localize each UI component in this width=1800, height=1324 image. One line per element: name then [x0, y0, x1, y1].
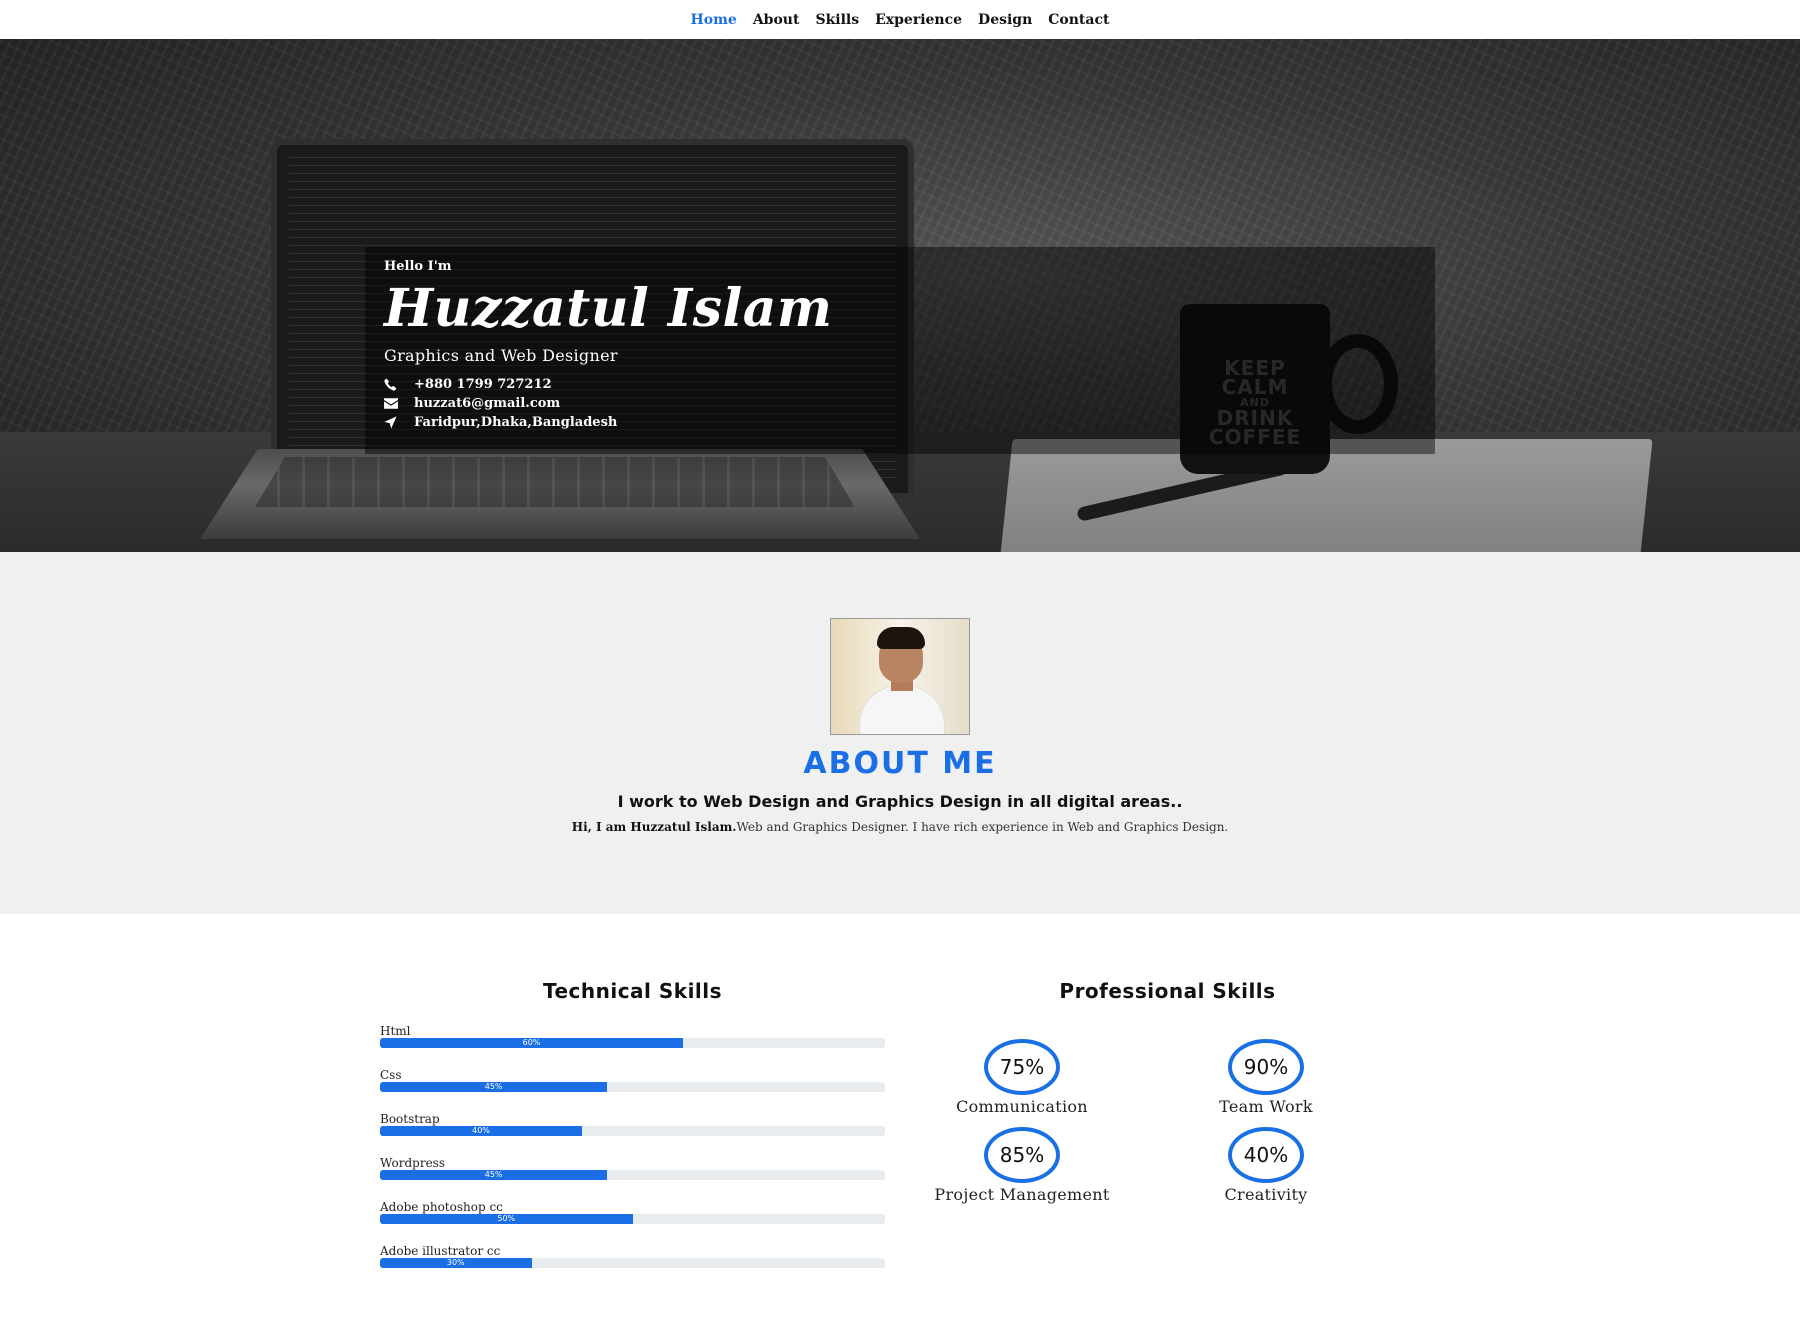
about-desc-rest: Web and Graphics Designer. I have rich e… [736, 820, 1229, 834]
progress-track: 50% [380, 1214, 885, 1224]
skill-circle-label: Communication [956, 1097, 1088, 1116]
top-nav: Home About Skills Experience Design Cont… [0, 0, 1800, 39]
hero-section: KEEP CALM AND DRINK COFFEE Hello I'm Huz… [0, 39, 1800, 552]
skill-circle-teamwork: 90% Team Work [1156, 1039, 1376, 1116]
hero-greeting: Hello I'm [384, 259, 452, 274]
skill-circle-label: Creativity [1224, 1185, 1308, 1204]
nav-skills[interactable]: Skills [815, 12, 859, 28]
progress-track: 30% [380, 1258, 885, 1268]
skill-bar-photoshop: Adobe photoshop cc 50% [380, 1200, 885, 1244]
progress-ring: 75% [984, 1039, 1060, 1095]
contact-phone-text: +880 1799 727212 [414, 377, 552, 392]
hero-name: Huzzatul Islam [384, 278, 833, 339]
about-subtitle: I work to Web Design and Graphics Design… [617, 792, 1183, 811]
progress-fill: 50% [380, 1214, 633, 1224]
contact-location-text: Faridpur,Dhaka,Bangladesh [414, 415, 618, 430]
phone-icon [384, 378, 414, 391]
skill-name: Adobe photoshop cc [380, 1200, 503, 1214]
progress-fill: 60% [380, 1038, 683, 1048]
skill-name: Adobe illustrator cc [380, 1244, 501, 1258]
profile-photo [830, 618, 970, 735]
progress-track: 60% [380, 1038, 885, 1048]
skill-circle-label: Team Work [1219, 1097, 1313, 1116]
technical-skills-list: Html 60% Css 45% Bootstrap 40% Wordpress… [380, 1024, 885, 1288]
skill-bar-bootstrap: Bootstrap 40% [380, 1112, 885, 1156]
envelope-icon [384, 398, 414, 409]
laptop-keyboard-image [255, 457, 855, 507]
hero-contact-list: +880 1799 727212 huzzat6@gmail.com Farid… [384, 375, 832, 432]
progress-ring: 90% [1228, 1039, 1304, 1095]
progress-ring: 85% [984, 1127, 1060, 1183]
contact-phone: +880 1799 727212 [384, 375, 832, 394]
progress-track: 45% [380, 1082, 885, 1092]
skill-bar-wordpress: Wordpress 45% [380, 1156, 885, 1200]
location-arrow-icon [384, 416, 414, 429]
progress-ring: 40% [1228, 1127, 1304, 1183]
skill-circle-communication: 75% Communication [912, 1039, 1132, 1116]
nav-about[interactable]: About [753, 12, 800, 28]
skill-name: Bootstrap [380, 1112, 440, 1126]
contact-email: huzzat6@gmail.com [384, 394, 832, 413]
progress-fill: 45% [380, 1170, 608, 1180]
contact-email-text: huzzat6@gmail.com [414, 396, 561, 411]
hero-intro: Hello I'm Huzzatul Islam Graphics and We… [384, 251, 832, 432]
skill-circle-label: Project Management [934, 1185, 1110, 1204]
skills-section: Technical Skills Professional Skills Htm… [0, 914, 1800, 1324]
skill-circle-project-management: 85% Project Management [912, 1127, 1132, 1204]
hero-role: Graphics and Web Designer [384, 346, 618, 365]
nav-contact[interactable]: Contact [1048, 12, 1109, 28]
skill-bar-css: Css 45% [380, 1068, 885, 1112]
progress-fill: 40% [380, 1126, 582, 1136]
about-description: Hi, I am Huzzatul Islam.Web and Graphics… [0, 820, 1800, 834]
technical-skills-title: Technical Skills [542, 979, 723, 1003]
progress-fill: 45% [380, 1082, 608, 1092]
professional-skills-title: Professional Skills [1059, 979, 1276, 1003]
nav-experience[interactable]: Experience [875, 12, 962, 28]
about-desc-bold: Hi, I am Huzzatul Islam. [571, 820, 737, 834]
skill-circle-creativity: 40% Creativity [1156, 1127, 1376, 1204]
nav-design[interactable]: Design [978, 12, 1032, 28]
about-section: ABOUT ME I work to Web Design and Graphi… [0, 552, 1800, 914]
skill-name: Html [380, 1024, 411, 1038]
progress-track: 40% [380, 1126, 885, 1136]
skill-name: Css [380, 1068, 402, 1082]
progress-fill: 30% [380, 1258, 532, 1268]
about-title: ABOUT ME [803, 746, 997, 781]
skill-bar-illustrator: Adobe illustrator cc 30% [380, 1244, 885, 1288]
skill-bar-html: Html 60% [380, 1024, 885, 1068]
skill-name: Wordpress [380, 1156, 445, 1170]
progress-track: 45% [380, 1170, 885, 1180]
nav-home[interactable]: Home [691, 12, 737, 28]
contact-location: Faridpur,Dhaka,Bangladesh [384, 413, 832, 432]
